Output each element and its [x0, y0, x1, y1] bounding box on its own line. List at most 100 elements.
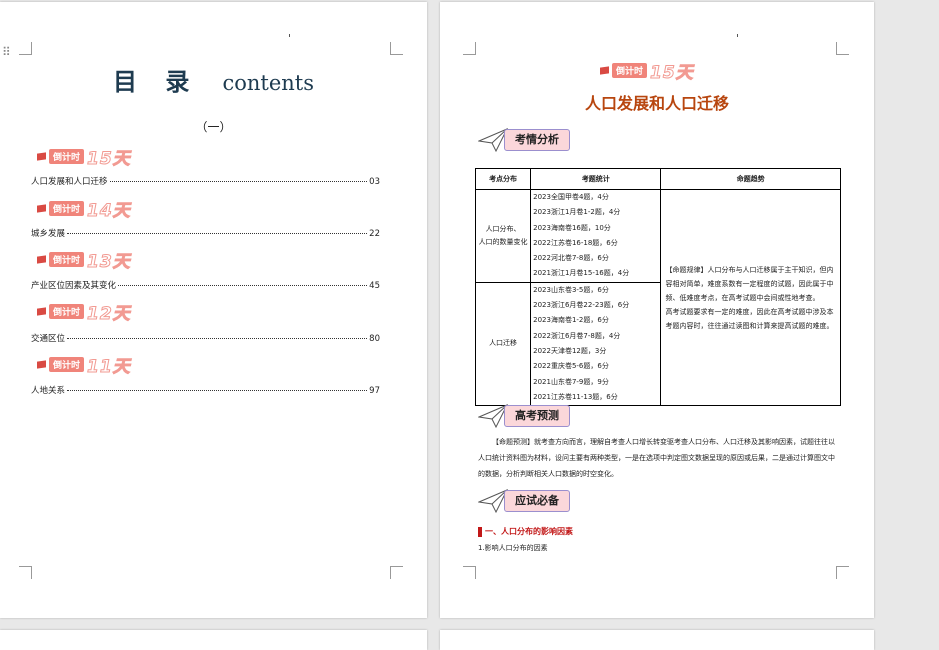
- toc-leader: [118, 285, 368, 286]
- toc-entry-title: 城乡发展: [31, 229, 66, 239]
- toc-entry-title: 人口发展和人口迁移: [31, 177, 108, 187]
- next-page-right: [440, 630, 874, 650]
- crop-mark: [19, 566, 32, 579]
- topic-cell: 人口迁移: [474, 281, 532, 407]
- crop-mark: [390, 42, 403, 55]
- crop-mark: [836, 566, 849, 579]
- toc-leader: [67, 338, 368, 339]
- toc-entry[interactable]: 产业区位因素及其变化 45: [31, 279, 380, 291]
- subheading: 一、人口分布的影响因素: [478, 526, 573, 537]
- topic-text: 人口的数量变化: [478, 237, 528, 246]
- toc-title-en: contents: [222, 71, 314, 95]
- toc-entry-title: 人地关系: [31, 386, 66, 396]
- countdown-badge: 倒计时 11天: [37, 355, 131, 377]
- toc-leader: [109, 181, 368, 182]
- flag-icon: [37, 306, 46, 316]
- countdown-label: 倒计时: [49, 303, 85, 319]
- header-mark: [737, 34, 738, 37]
- countdown-days: 15天: [87, 148, 131, 169]
- countdown-label: 倒计时: [49, 200, 85, 216]
- countdown-days: 15天: [650, 62, 694, 83]
- crop-mark: [836, 42, 849, 55]
- toc-entry-page: 80: [369, 334, 380, 344]
- exam-stats-table: 考点分布 考题统计 命题趋势 人口分布、 人口的数量变化 2023全国甲卷4题，…: [474, 168, 841, 407]
- flag-icon: [37, 203, 46, 213]
- flag-icon: [37, 151, 46, 161]
- toc-entry-page: 97: [369, 386, 380, 396]
- section-heading-analysis: 考情分析: [478, 127, 570, 153]
- toc-title: 目 录 contents: [0, 62, 427, 97]
- countdown-badge: 倒计时 14天: [37, 199, 131, 221]
- sub-subheading: 1.影响人口分布的因素: [478, 544, 548, 552]
- stat-item: 2023浙江6月卷22-23题，6分: [533, 301, 630, 310]
- toc-leader: [67, 390, 368, 391]
- section-heading-essentials: 应试必备: [478, 488, 570, 514]
- stat-item: 2023山东卷3-5题，6分: [533, 285, 609, 294]
- countdown-label: 倒计时: [49, 356, 85, 372]
- countdown-badge: 倒计时 15天: [600, 61, 694, 83]
- stat-item: 2022河北卷7-8题，6分: [533, 254, 609, 263]
- toc-entry-title: 产业区位因素及其变化: [31, 281, 117, 291]
- stat-item: 2023浙江1月卷1-2题，4分: [533, 208, 621, 217]
- countdown-badge: 倒计时 15天: [37, 147, 131, 169]
- section-heading-label: 考情分析: [504, 129, 570, 151]
- stats-cell: 2023山东卷3-5题，6分 2023浙江6月卷22-23题，6分 2023海南…: [530, 281, 662, 407]
- stat-item: 2022重庆卷5-6题，6分: [533, 362, 609, 371]
- table-header: 考点分布: [474, 168, 532, 190]
- flag-icon: [600, 65, 609, 75]
- stat-item: 2022天津卷12题，3分: [533, 346, 607, 355]
- countdown-days: 14天: [87, 200, 131, 221]
- table-row: 人口分布、 人口的数量变化 2023全国甲卷4题，4分 2023浙江1月卷1-2…: [474, 188, 841, 407]
- crop-mark: [463, 42, 476, 55]
- stat-item: 2021山东卷7-9题，9分: [533, 377, 609, 386]
- next-page-left: [0, 630, 427, 650]
- trend-cell: 【命题规律】人口分布与人口迁移属于主干知识，但内容相对简单，难度系数有一定程度的…: [660, 188, 841, 407]
- flag-icon: [37, 254, 46, 264]
- toc-entry-page: 22: [369, 229, 380, 239]
- trend-paragraph: 【命题规律】人口分布与人口迁移属于主干知识，但内容相对简单，难度系数有一定程度的…: [665, 265, 834, 302]
- topic-text: 人口迁移: [489, 339, 518, 348]
- topic-text: 人口分布、: [485, 224, 521, 233]
- drag-handle-icon[interactable]: ⠿: [2, 46, 11, 58]
- toc-entry-page: 03: [369, 177, 380, 187]
- countdown-label: 倒计时: [49, 251, 85, 267]
- toc-entry[interactable]: 人地关系 97: [31, 384, 380, 396]
- section-heading-label: 应试必备: [504, 490, 570, 512]
- crop-mark: [19, 42, 32, 55]
- topic-cell: 人口分布、 人口的数量变化: [474, 189, 532, 283]
- subheading-marker: [478, 526, 482, 537]
- stat-item: 2023海南卷16题，10分: [533, 223, 611, 232]
- toc-entry[interactable]: 人口发展和人口迁移 03: [31, 175, 380, 187]
- countdown-label: 倒计时: [612, 62, 648, 78]
- trend-paragraph: 高考试题要求有一定的难度，因此在高考试题中涉及本考题内容时，往往通过读图和计算来…: [665, 307, 834, 330]
- stat-item: 2023全国甲卷4题，4分: [533, 193, 609, 201]
- toc-leader: [67, 233, 368, 234]
- table-header: 命题趋势: [660, 168, 841, 190]
- stat-item: 2023海南卷1-2题，6分: [533, 316, 609, 325]
- header-mark: [289, 34, 290, 37]
- crop-mark: [463, 566, 476, 579]
- flag-icon: [37, 359, 46, 369]
- countdown-badge: 倒计时 13天: [37, 250, 131, 272]
- countdown-days: 13天: [87, 251, 131, 272]
- crop-mark: [390, 566, 403, 579]
- stat-item: 2021浙江1月卷15-16题，4分: [533, 269, 630, 278]
- countdown-days: 11天: [87, 356, 131, 377]
- toc-subtitle: （一）: [195, 120, 232, 134]
- countdown-days: 12天: [87, 303, 131, 324]
- table-header: 考题统计: [530, 168, 662, 190]
- toc-title-cn: 目 录: [113, 68, 200, 96]
- prediction-paragraph: 【命题预测】就考查方向而言，理解自考查人口增长转变驱考查人口分布、人口迁移及其影…: [478, 438, 835, 478]
- toc-entry[interactable]: 城乡发展 22: [31, 227, 380, 239]
- stat-item: 2022浙江6月卷7-8题，4分: [533, 331, 621, 340]
- table-header-row: 考点分布 考题统计 命题趋势: [474, 168, 841, 190]
- subheading-text: 一、人口分布的影响因素: [485, 527, 573, 536]
- section-heading-prediction: 高考预测: [478, 403, 570, 429]
- toc-entry-title: 交通区位: [31, 334, 66, 344]
- countdown-label: 倒计时: [49, 148, 85, 164]
- countdown-badge: 倒计时 12天: [37, 302, 131, 324]
- toc-entry[interactable]: 交通区位 80: [31, 332, 380, 344]
- chapter-title: 人口发展和人口迁移: [584, 94, 729, 113]
- toc-entry-page: 45: [369, 281, 380, 291]
- section-heading-label: 高考预测: [504, 405, 570, 427]
